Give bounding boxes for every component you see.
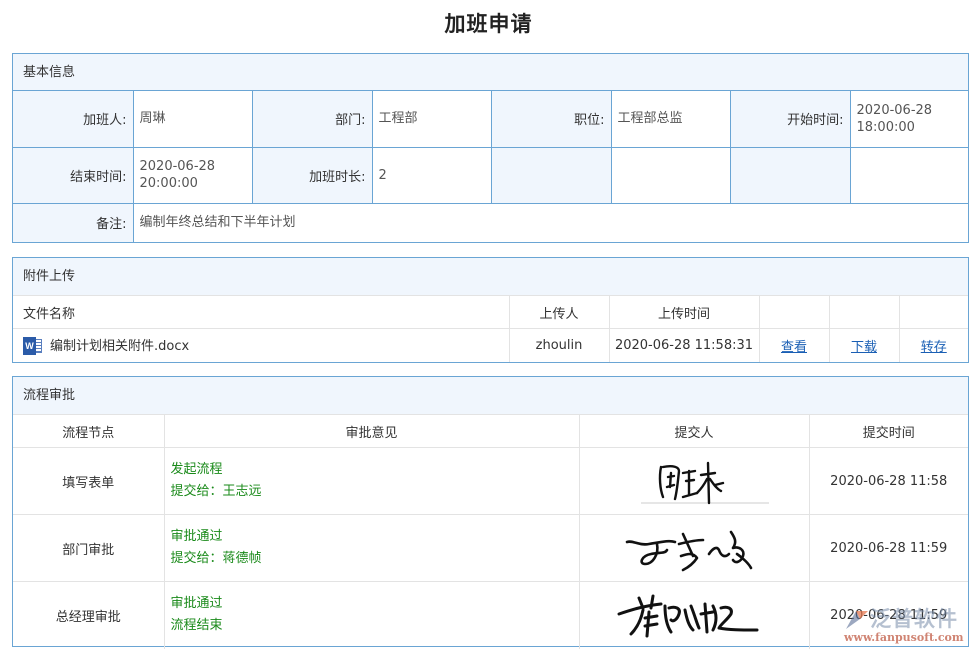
department-label: 部门: bbox=[251, 91, 373, 148]
file-name-cell: W 编制计划相关附件.docx bbox=[13, 328, 510, 362]
workflow-header: 流程审批 bbox=[13, 377, 968, 414]
basic-info-header: 基本信息 bbox=[13, 54, 968, 91]
attachments-table: 文件名称 上传人 上传时间 W 编制计划相关附件.docx zhoulin 202… bbox=[13, 295, 968, 362]
empty-label-cell bbox=[490, 146, 612, 204]
node-name: 填写表单 bbox=[13, 447, 165, 515]
file-name: 编制计划相关附件.docx bbox=[50, 338, 190, 354]
col-node: 流程节点 bbox=[13, 414, 165, 448]
remark-value: 编制年终总结和下半年计划 bbox=[132, 202, 968, 242]
workflow-table: 流程节点 审批意见 提交人 提交时间 填写表单 发起流程 提交给：王志远 202… bbox=[13, 414, 968, 649]
start-time-label: 开始时间: bbox=[729, 91, 851, 148]
save-as-link[interactable]: 转存 bbox=[921, 340, 947, 355]
attachments-header-row: 文件名称 上传人 上传时间 bbox=[13, 295, 968, 329]
position-value: 工程部总监 bbox=[610, 91, 731, 148]
empty-label-cell bbox=[729, 146, 851, 204]
empty-value-cell bbox=[849, 146, 968, 204]
start-time-value: 2020-06-28 18:00:00 bbox=[849, 91, 968, 148]
applicant-label: 加班人: bbox=[13, 91, 134, 148]
end-time-date: 2020-06-28 bbox=[139, 159, 216, 174]
col-action-save bbox=[898, 295, 968, 329]
opinion: 审批通过 流程结束 bbox=[163, 581, 580, 649]
workflow-row: 总经理审批 审批通过 流程结束 2020-06-28 11:59 bbox=[13, 581, 968, 649]
signature-image bbox=[641, 461, 769, 505]
start-time-clock: 18:00:00 bbox=[856, 119, 915, 135]
basic-info-panel: 基本信息 加班人: 周琳 部门: 工程部 职位: 工程部总监 开始时间: 202… bbox=[12, 53, 969, 243]
col-action-download bbox=[828, 295, 900, 329]
workflow-header-row: 流程节点 审批意见 提交人 提交时间 bbox=[13, 414, 968, 448]
opinion-line2: 提交给：王志远 bbox=[170, 484, 262, 499]
remark-label: 备注: bbox=[13, 202, 134, 242]
workflow-panel: 流程审批 流程节点 审批意见 提交人 提交时间 填写表单 发起流程 提交给：王志… bbox=[12, 376, 969, 649]
col-opinion: 审批意见 bbox=[163, 414, 580, 448]
opinion: 发起流程 提交给：王志远 bbox=[163, 447, 580, 515]
opinion: 审批通过 提交给：蒋德帧 bbox=[163, 514, 580, 582]
page-title: 加班申请 bbox=[444, 12, 533, 36]
submitter-signature bbox=[578, 514, 810, 582]
end-time-value: 2020-06-28 20:00:00 bbox=[132, 146, 253, 204]
word-doc-icon: W bbox=[23, 336, 43, 356]
signature-image bbox=[617, 594, 759, 638]
end-time-clock: 20:00:00 bbox=[139, 176, 198, 191]
submit-time: 2020-06-28 11:58 bbox=[808, 447, 968, 515]
col-action-view bbox=[758, 295, 830, 329]
position-label: 职位: bbox=[490, 91, 612, 148]
col-uploader: 上传人 bbox=[508, 295, 610, 329]
department-value: 工程部 bbox=[371, 91, 492, 148]
attachments-panel: 附件上传 文件名称 上传人 上传时间 W 编制计划相关附件.docx zhouli… bbox=[12, 257, 969, 363]
node-name: 总经理审批 bbox=[13, 581, 165, 649]
view-link[interactable]: 查看 bbox=[781, 340, 807, 355]
download-link[interactable]: 下载 bbox=[851, 340, 877, 355]
start-time-date: 2020-06-28 bbox=[856, 102, 933, 118]
opinion-line1: 审批通过 bbox=[170, 596, 223, 612]
opinion-line2: 流程结束 bbox=[170, 618, 223, 634]
node-name: 部门审批 bbox=[13, 514, 165, 582]
col-submit-time: 提交时间 bbox=[808, 414, 968, 448]
basic-info-table: 加班人: 周琳 部门: 工程部 职位: 工程部总监 开始时间: 2020-06-… bbox=[13, 91, 968, 242]
duration-value: 2 bbox=[371, 146, 492, 204]
submit-time: 2020-06-28 11:59 bbox=[808, 514, 968, 582]
submitter-signature bbox=[578, 447, 810, 515]
applicant-value: 周琳 bbox=[132, 91, 253, 148]
opinion-line1: 审批通过 bbox=[170, 529, 223, 544]
submit-time: 2020-06-28 11:59 bbox=[808, 581, 968, 649]
upload-time: 2020-06-28 11:58:31 bbox=[608, 328, 760, 362]
workflow-row: 填写表单 发起流程 提交给：王志远 2020-06-28 11:58 bbox=[13, 447, 968, 515]
attachment-row: W 编制计划相关附件.docx zhoulin 2020-06-28 11:58:… bbox=[13, 328, 968, 362]
workflow-row: 部门审批 审批通过 提交给：蒋德帧 2020-06-28 11:59 bbox=[13, 514, 968, 582]
signature-image bbox=[625, 530, 753, 572]
opinion-line1: 发起流程 bbox=[170, 462, 223, 477]
submitter-signature bbox=[578, 581, 810, 649]
end-time-label: 结束时间: bbox=[13, 146, 134, 204]
col-submitter: 提交人 bbox=[578, 414, 810, 448]
duration-label: 加班时长: bbox=[251, 146, 373, 204]
empty-value-cell bbox=[610, 146, 731, 204]
col-upload-time: 上传时间 bbox=[608, 295, 760, 329]
opinion-line2: 提交给：蒋德帧 bbox=[170, 551, 262, 566]
attachments-header: 附件上传 bbox=[13, 258, 968, 295]
uploader: zhoulin bbox=[508, 328, 610, 362]
col-file-name: 文件名称 bbox=[13, 295, 510, 329]
